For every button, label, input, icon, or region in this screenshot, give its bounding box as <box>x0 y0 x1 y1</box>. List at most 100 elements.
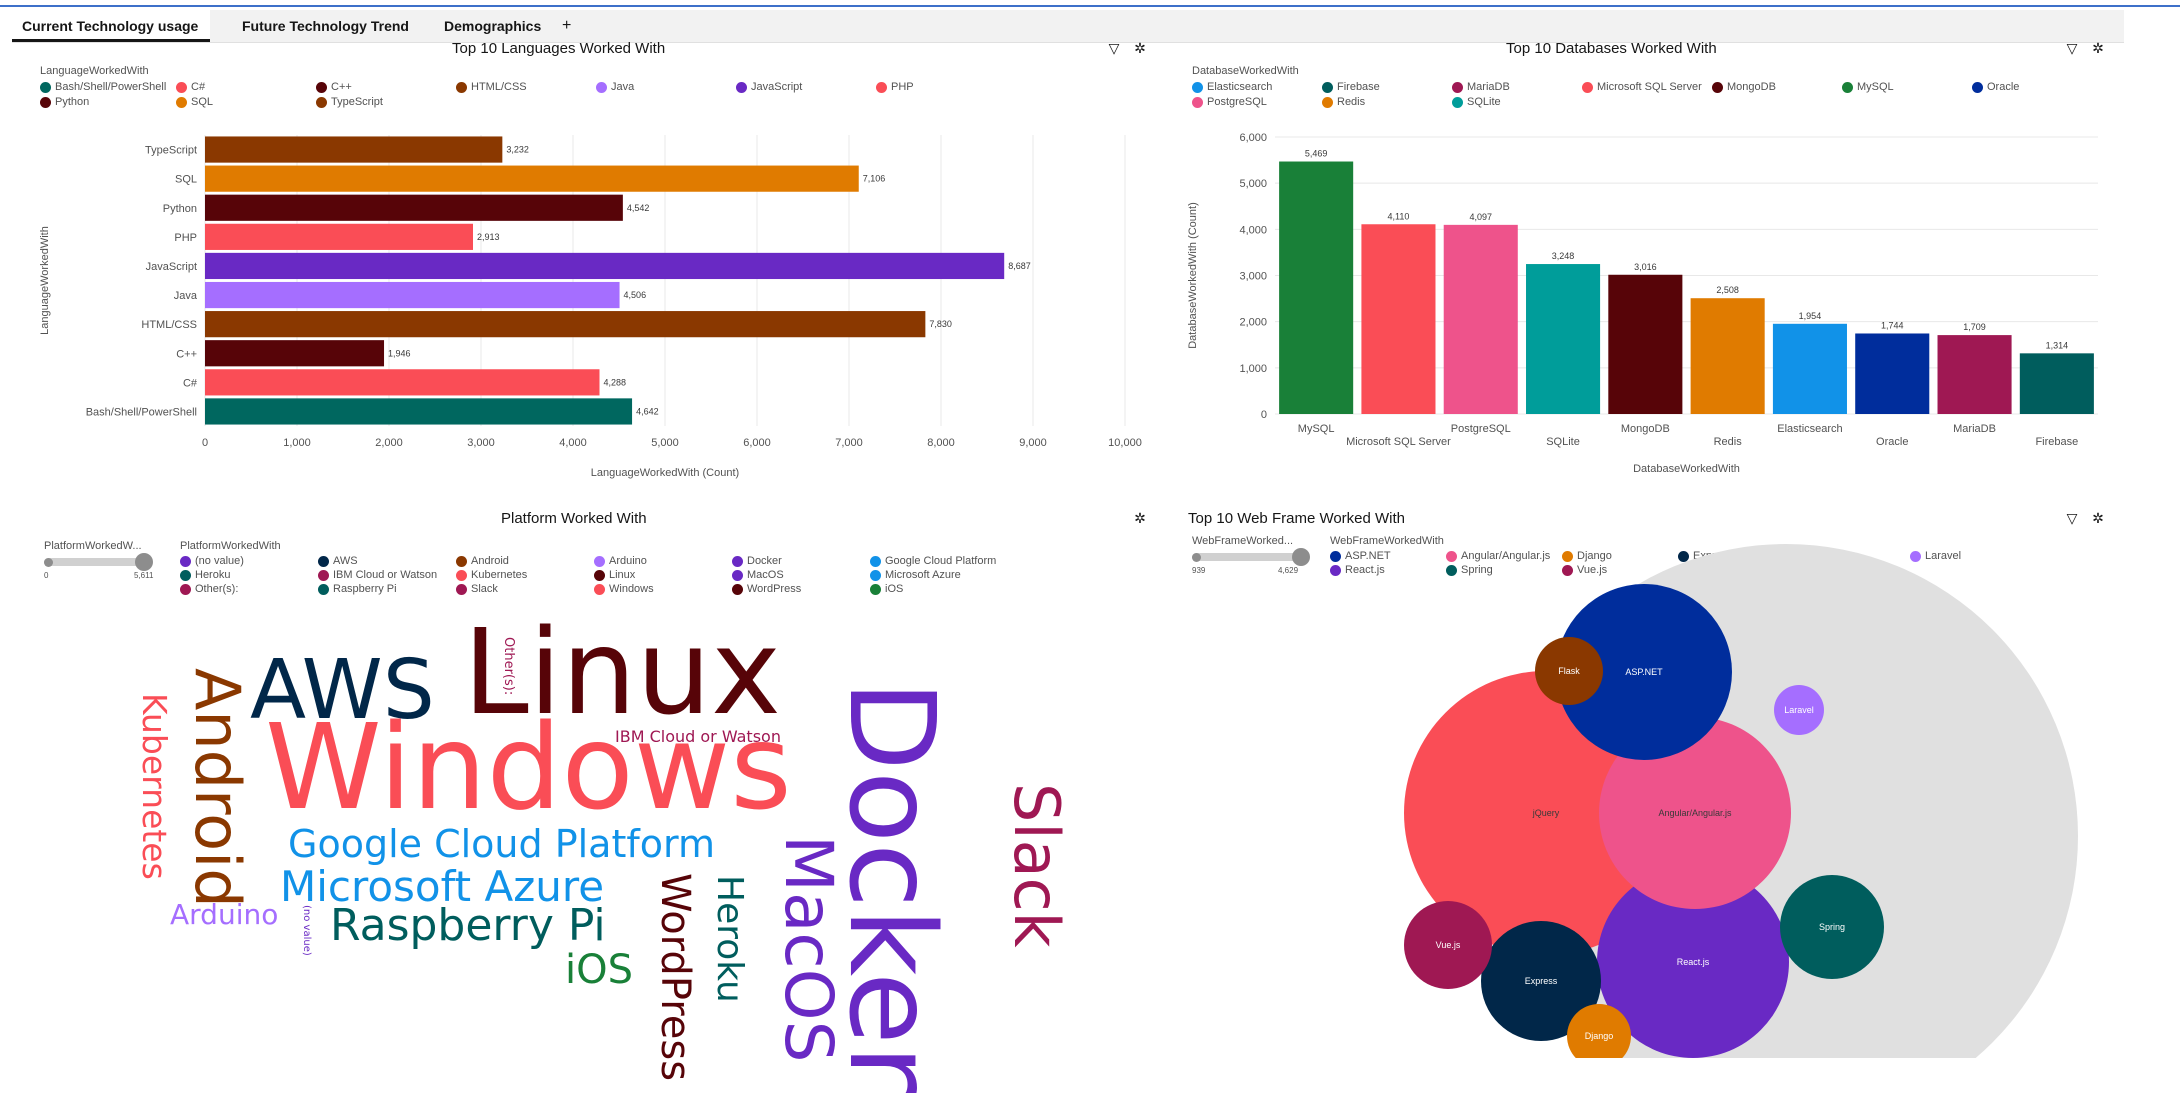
x-tick-label: MySQL <box>1298 423 1335 435</box>
y-tick-label: Bash/Shell/PowerShell <box>86 406 197 418</box>
x-tick-label: MariaDB <box>1953 423 1996 435</box>
y-tick-label: 5,000 <box>1239 178 1267 190</box>
y-tick-label: 0 <box>1261 409 1267 421</box>
y-tick-label: HTML/CSS <box>141 319 197 331</box>
x-tick-label: 1,000 <box>283 437 311 449</box>
webframe-panel: Top 10 Web Frame Worked With ▽ ✲ WebFram… <box>1150 505 2110 1058</box>
x-tick-label: 5,000 <box>651 437 679 449</box>
databases-panel: Top 10 Databases Worked With ▽ ✲ Databas… <box>1150 40 2110 495</box>
bar-sqlite[interactable] <box>1526 264 1601 414</box>
bar-python[interactable] <box>205 194 623 221</box>
bar-c[interactable] <box>205 369 600 396</box>
x-tick-label: SQLite <box>1546 436 1580 448</box>
x-tick-label: 6,000 <box>743 437 771 449</box>
x-axis-label: LanguageWorkedWith (Count) <box>591 467 739 479</box>
bar-value-label: 3,016 <box>1634 262 1657 272</box>
x-tick-label: 9,000 <box>1019 437 1047 449</box>
y-tick-label: JavaScript <box>146 261 197 273</box>
x-tick-label: 7,000 <box>835 437 863 449</box>
bubble-label: React.js <box>1677 957 1710 967</box>
bar-mariadb[interactable] <box>1937 335 2012 414</box>
bar-value-label: 4,506 <box>624 290 647 300</box>
bar-value-label: 4,097 <box>1469 212 1492 222</box>
bar-value-label: 4,288 <box>603 377 626 387</box>
y-axis-label: DatabaseWorkedWith (Count) <box>1187 202 1199 349</box>
bar-value-label: 3,248 <box>1552 251 1575 261</box>
bar-firebase[interactable] <box>2019 353 2094 414</box>
platform-panel: Platform Worked With ✲ PlatformWorkedW..… <box>0 505 1150 1093</box>
y-tick-label: SQL <box>175 174 197 186</box>
x-tick-label: Microsoft SQL Server <box>1346 436 1451 448</box>
word-wordpress: WordPress <box>652 873 698 1082</box>
bar-value-label: 1,314 <box>2046 340 2069 350</box>
bar-javascript[interactable] <box>205 252 1005 280</box>
bubble-label: Express <box>1525 976 1558 986</box>
y-tick-label: 3,000 <box>1239 271 1267 283</box>
x-tick-label: Elasticsearch <box>1777 423 1842 435</box>
bar-value-label: 4,542 <box>627 203 650 213</box>
bar-redis[interactable] <box>1690 298 1765 414</box>
bar-html-css[interactable] <box>205 311 926 338</box>
bubble-label: Spring <box>1819 922 1845 932</box>
bubble-label: Flask <box>1558 666 1580 676</box>
y-tick-label: Java <box>174 290 198 302</box>
bar-java[interactable] <box>205 281 620 309</box>
webframe-bubble-chart: jQuery React.js Angular/Angular.js ASP.NET E… <box>1404 544 2078 1058</box>
x-tick-label: Oracle <box>1876 436 1908 448</box>
bar-value-label: 3,232 <box>506 145 529 155</box>
tab-current-technology-usage[interactable]: Current Technology usage <box>12 10 210 42</box>
word-ios: iOS <box>565 947 633 993</box>
word-others: Other(s): <box>501 637 516 696</box>
y-tick-label: PHP <box>174 232 197 244</box>
word-slack: Slack <box>1000 783 1073 948</box>
word-macos: MacOS <box>770 835 847 1063</box>
bar-oracle[interactable] <box>1855 333 1930 414</box>
bubble-label: Vue.js <box>1436 940 1461 950</box>
x-tick-label: MongoDB <box>1621 423 1670 435</box>
y-tick-label: TypeScript <box>145 145 197 157</box>
y-tick-label: C# <box>183 377 198 389</box>
word-android: Android <box>181 668 254 908</box>
bar-postgresql[interactable] <box>1443 224 1518 414</box>
word-heroku: Heroku <box>709 875 750 1003</box>
y-tick-label: C++ <box>176 348 197 360</box>
word-docker: Docker <box>823 680 961 1093</box>
tab-bar: Current Technology usage Future Technolo… <box>12 10 2124 43</box>
bar-bash-shell-powershell[interactable] <box>205 398 633 425</box>
word-google-cloud: Google Cloud Platform <box>288 822 715 866</box>
x-tick-label: PostgreSQL <box>1451 423 1511 435</box>
bubble-label: Angular/Angular.js <box>1658 808 1732 818</box>
x-tick-label: 10,000 <box>1108 437 1142 449</box>
bar-elasticsearch[interactable] <box>1772 323 1847 414</box>
y-tick-label: 1,000 <box>1239 363 1267 375</box>
x-tick-label: Redis <box>1714 436 1743 448</box>
bar-mysql[interactable] <box>1279 161 1354 414</box>
tab-demographics[interactable]: Demographics <box>434 10 551 42</box>
x-tick-label: 2,000 <box>375 437 403 449</box>
add-tab-button[interactable]: + <box>562 10 571 42</box>
bar-value-label: 1,709 <box>1963 322 1986 332</box>
y-tick-label: 2,000 <box>1239 317 1267 329</box>
bar-value-label: 7,106 <box>863 174 886 184</box>
bar-php[interactable] <box>205 223 473 250</box>
bar-typescript[interactable] <box>205 136 503 163</box>
top-accent-line <box>0 0 2180 7</box>
bar-value-label: 2,508 <box>1716 285 1739 295</box>
bar-c[interactable] <box>205 340 385 367</box>
x-tick-label: 8,000 <box>927 437 955 449</box>
bar-sql[interactable] <box>205 165 859 192</box>
x-tick-label: 3,000 <box>467 437 495 449</box>
platform-word-cloud: Linux AWS Windows Docker Android Kuberne… <box>0 505 1150 1093</box>
x-tick-label: 4,000 <box>559 437 587 449</box>
databases-bar-chart: 0 1,000 2,000 3,000 4,000 5,000 6,000 5,469 MySQ… <box>1187 132 2098 475</box>
word-raspberry-pi: Raspberry Pi <box>330 900 606 951</box>
word-windows: Windows <box>265 698 792 836</box>
bubble-label: Django <box>1585 1031 1614 1041</box>
bar-mongodb[interactable] <box>1608 274 1683 414</box>
bar-value-label: 1,954 <box>1799 311 1822 321</box>
tab-future-technology-trend[interactable]: Future Technology Trend <box>232 10 419 42</box>
y-axis-label: LanguageWorkedWith <box>39 226 51 335</box>
bubble-label: ASP.NET <box>1625 667 1663 677</box>
word-no-value: (no value) <box>301 905 312 956</box>
bar-microsoft-sql-server[interactable] <box>1361 224 1436 414</box>
